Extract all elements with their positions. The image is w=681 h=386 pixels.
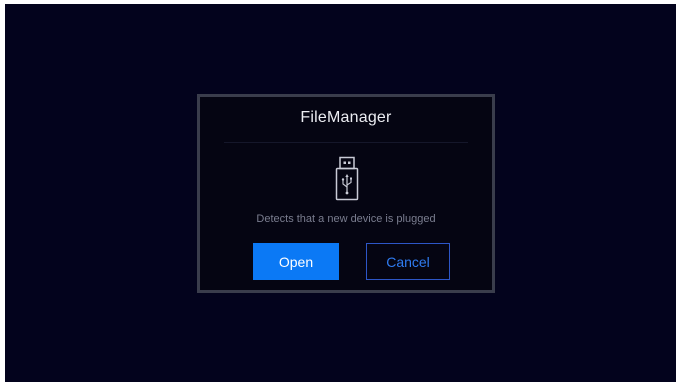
cancel-button[interactable]: Cancel — [366, 243, 450, 280]
open-button[interactable]: Open — [253, 243, 339, 280]
usb-drive-icon — [335, 156, 359, 201]
dialog-message: Detects that a new device is plugged — [256, 213, 436, 225]
device-detected-dialog: FileManager Detects that a new device is… — [197, 94, 495, 293]
dialog-title: FileManager — [300, 109, 392, 126]
screen-background: FileManager Detects that a new device is… — [5, 4, 676, 382]
title-divider — [224, 142, 468, 143]
